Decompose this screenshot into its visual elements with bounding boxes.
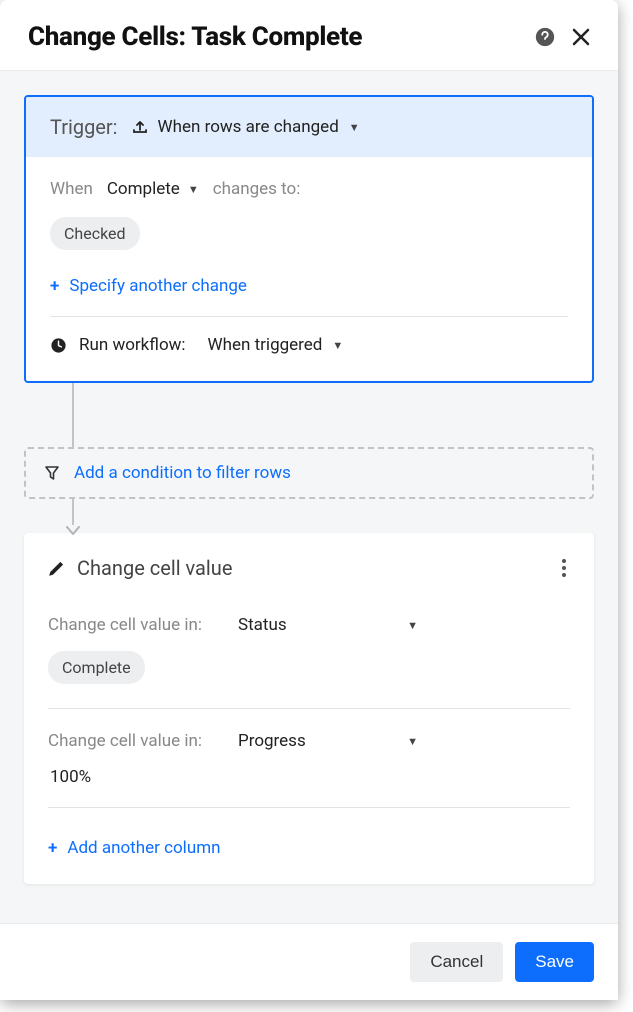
kebab-menu-icon[interactable] xyxy=(558,555,570,581)
run-workflow-value: When triggered xyxy=(208,335,323,355)
action-title: Change cell value xyxy=(77,556,232,580)
when-label: When xyxy=(50,179,93,199)
action-header-left: Change cell value xyxy=(48,556,232,580)
clock-icon xyxy=(50,337,67,354)
filter-icon xyxy=(44,465,60,481)
cancel-button[interactable]: Cancel xyxy=(410,942,503,982)
run-workflow-row: Run workflow: When triggered ▼ xyxy=(50,317,568,371)
run-workflow-label: Run workflow: xyxy=(79,335,186,355)
caret-down-icon: ▼ xyxy=(332,339,343,352)
specify-another-change-link[interactable]: + Specify another change xyxy=(50,270,568,312)
trigger-body: When Complete ▼ changes to: Checked + Sp… xyxy=(26,157,592,381)
trigger-header: Trigger: When rows are changed ▼ xyxy=(26,97,592,157)
change-label: Change cell value in: xyxy=(48,731,220,751)
caret-down-icon: ▼ xyxy=(407,619,418,632)
trigger-value-chip[interactable]: Checked xyxy=(50,217,140,250)
pencil-icon xyxy=(48,560,65,577)
change-field-select[interactable]: Status ▼ xyxy=(238,615,418,635)
change-row-1: Change cell value in: Status ▼ xyxy=(48,615,570,635)
trigger-card: Trigger: When rows are changed ▼ When xyxy=(24,95,594,383)
add-another-column-text: Add another column xyxy=(67,838,220,858)
caret-down-icon: ▼ xyxy=(407,735,418,748)
change-value-text[interactable]: 100% xyxy=(48,767,570,787)
change-field-select[interactable]: Progress ▼ xyxy=(238,731,418,751)
when-field-select[interactable]: Complete ▼ xyxy=(107,179,199,199)
add-another-column-link[interactable]: + Add another column xyxy=(48,830,570,870)
save-button[interactable]: Save xyxy=(515,942,594,982)
trigger-type-select[interactable]: When rows are changed ▼ xyxy=(132,117,360,137)
connector: Add a condition to filter rows xyxy=(24,383,594,533)
change-value-chip[interactable]: Complete xyxy=(48,651,145,684)
run-workflow-select[interactable]: When triggered ▼ xyxy=(208,335,344,355)
when-field-text: Complete xyxy=(107,179,180,199)
divider xyxy=(48,807,570,808)
modal-header: Change Cells: Task Complete xyxy=(0,0,618,71)
change-label: Change cell value in: xyxy=(48,615,220,635)
plus-icon: + xyxy=(48,838,57,858)
change-row-2: Change cell value in: Progress ▼ xyxy=(48,731,570,751)
caret-down-icon: ▼ xyxy=(349,121,360,134)
arrow-down-icon xyxy=(66,521,80,540)
changes-to-label: changes to: xyxy=(213,179,301,199)
close-icon[interactable] xyxy=(572,28,590,46)
modal-dialog: Change Cells: Task Complete Trigger: xyxy=(0,0,618,1000)
header-icons xyxy=(534,26,590,48)
modal-footer: Cancel Save xyxy=(0,923,618,1000)
action-card: Change cell value Change cell value in: … xyxy=(24,533,594,884)
connector-line xyxy=(72,383,74,447)
add-condition-box[interactable]: Add a condition to filter rows xyxy=(24,447,594,499)
change-field-text: Progress xyxy=(238,731,306,751)
help-icon[interactable] xyxy=(534,26,556,48)
action-header: Change cell value xyxy=(48,555,570,581)
plus-icon: + xyxy=(50,276,59,296)
modal-title: Change Cells: Task Complete xyxy=(28,22,362,52)
add-condition-text: Add a condition to filter rows xyxy=(74,463,291,483)
trigger-label: Trigger: xyxy=(50,115,118,139)
divider xyxy=(48,708,570,709)
trigger-type-text: When rows are changed xyxy=(158,117,339,137)
change-field-text: Status xyxy=(238,615,287,635)
specify-another-text: Specify another change xyxy=(69,276,247,296)
when-row: When Complete ▼ changes to: xyxy=(50,179,568,199)
caret-down-icon: ▼ xyxy=(188,183,199,196)
modal-body: Trigger: When rows are changed ▼ When xyxy=(0,71,618,923)
upload-icon xyxy=(132,119,148,135)
